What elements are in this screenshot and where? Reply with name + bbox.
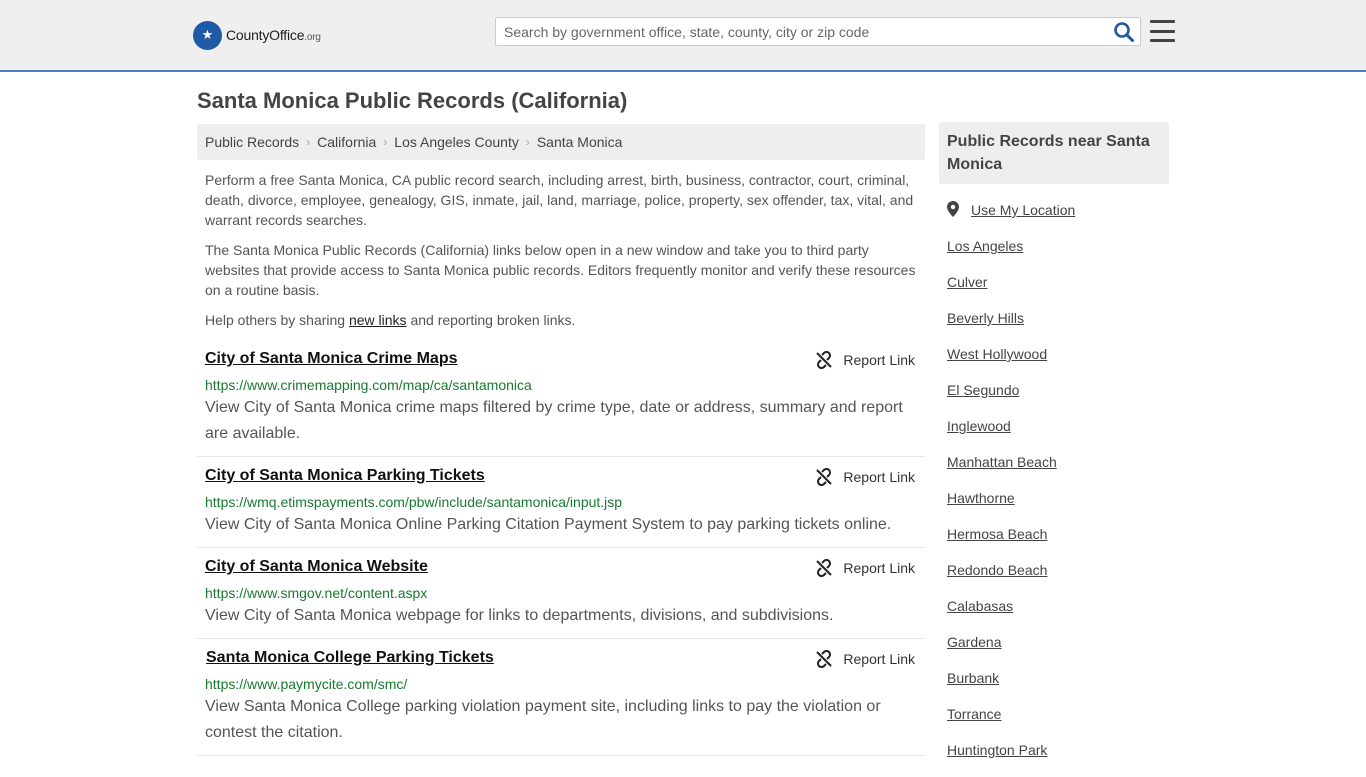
broken-link-icon: [816, 650, 833, 668]
record-title-link[interactable]: Santa Monica College Parking Tickets: [206, 649, 494, 667]
record-entry: City of Santa Monica Crime Maps Report L…: [197, 350, 925, 457]
record-url: https://www.paymycite.com/smc/: [205, 676, 408, 692]
broken-link-icon: [816, 351, 833, 369]
record-entry: City of Santa Monica Website Report Link…: [197, 558, 925, 639]
nearby-place-link[interactable]: Redondo Beach: [947, 561, 1075, 597]
broken-link-icon: [816, 468, 833, 486]
record-url: https://wmq.etimspayments.com/pbw/includ…: [205, 494, 623, 510]
record-description: View City of Santa Monica Online Parking…: [205, 516, 892, 533]
record-entry: Santa Monica College Parking Tickets Rep…: [197, 649, 925, 756]
chevron-right-icon: ›: [383, 135, 388, 149]
nearby-place-link[interactable]: Beverly Hills: [947, 309, 1075, 345]
county-seal-icon: ★: [193, 20, 222, 50]
search-box: [495, 17, 1141, 46]
nearby-place-link[interactable]: Hermosa Beach: [947, 525, 1075, 561]
nearby-place-link[interactable]: Huntington Park: [947, 741, 1075, 777]
record-description: View Santa Monica College parking violat…: [205, 698, 881, 741]
search-button[interactable]: [1113, 21, 1135, 43]
hamburger-menu-icon[interactable]: [1150, 20, 1175, 42]
record-description: View City of Santa Monica webpage for li…: [205, 607, 834, 624]
intro-paragraph-1: Perform a free Santa Monica, CA public r…: [205, 172, 914, 228]
nearby-place-link[interactable]: El Segundo: [947, 381, 1075, 417]
intro-paragraph-2: The Santa Monica Public Records (Califor…: [205, 242, 916, 298]
record-description: View City of Santa Monica crime maps fil…: [205, 399, 903, 442]
nearby-place-link[interactable]: West Hollywood: [947, 345, 1075, 381]
nearby-place-link[interactable]: Torrance: [947, 705, 1075, 741]
record-title-link[interactable]: City of Santa Monica Website: [205, 558, 428, 576]
record-url: https://www.smgov.net/content.aspx: [205, 585, 428, 601]
nearby-place-link[interactable]: Calabasas: [947, 597, 1075, 633]
broken-link-icon: [816, 559, 833, 577]
nearby-place-link[interactable]: Inglewood: [947, 417, 1075, 453]
search-input[interactable]: [496, 18, 1106, 45]
nearby-places-list: Use My Location Los Angeles Culver Bever…: [947, 201, 1075, 777]
chevron-right-icon: ›: [306, 135, 311, 149]
logo-tld: .org: [304, 32, 321, 43]
search-icon: [1114, 22, 1134, 42]
intro-paragraph-3: Help others by sharing new links and rep…: [205, 312, 576, 328]
report-link-button[interactable]: Report Link: [815, 468, 915, 486]
nearby-place-link[interactable]: Burbank: [947, 669, 1075, 705]
nearby-place-link[interactable]: Gardena: [947, 633, 1075, 669]
report-link-button[interactable]: Report Link: [815, 559, 915, 577]
report-link-button[interactable]: Report Link: [815, 650, 915, 668]
breadcrumb-santa-monica[interactable]: Santa Monica: [537, 134, 623, 150]
logo-name: County: [226, 27, 270, 43]
nearby-place-link[interactable]: Manhattan Beach: [947, 453, 1075, 489]
use-my-location-link[interactable]: Use My Location: [947, 201, 1075, 237]
breadcrumb-california[interactable]: California: [317, 134, 376, 150]
nearby-place-link[interactable]: Hawthorne: [947, 489, 1075, 525]
site-header: ★ CountyOffice.org: [0, 0, 1366, 72]
breadcrumb: Public Records › California › Los Angele…: [197, 124, 925, 160]
site-logo[interactable]: ★ CountyOffice.org: [193, 20, 321, 50]
sidebar-heading: Public Records near Santa Monica: [939, 122, 1169, 184]
record-title-link[interactable]: City of Santa Monica Crime Maps: [205, 350, 458, 368]
map-pin-icon: [947, 201, 961, 221]
record-entry: City of Santa Monica Parking Tickets Rep…: [197, 467, 925, 548]
breadcrumb-public-records[interactable]: Public Records: [205, 134, 299, 150]
page-title: Santa Monica Public Records (California): [197, 88, 628, 113]
nearby-place-link[interactable]: Los Angeles: [947, 237, 1075, 273]
nearby-place-link[interactable]: Culver: [947, 273, 1075, 309]
logo-accent: Office: [269, 27, 305, 43]
record-title-link[interactable]: City of Santa Monica Parking Tickets: [205, 467, 485, 485]
chevron-right-icon: ›: [525, 135, 530, 149]
report-link-button[interactable]: Report Link: [815, 351, 915, 369]
record-url: https://www.crimemapping.com/map/ca/sant…: [205, 377, 532, 393]
new-links-link[interactable]: new links: [349, 312, 407, 328]
breadcrumb-los-angeles-county[interactable]: Los Angeles County: [394, 134, 519, 150]
